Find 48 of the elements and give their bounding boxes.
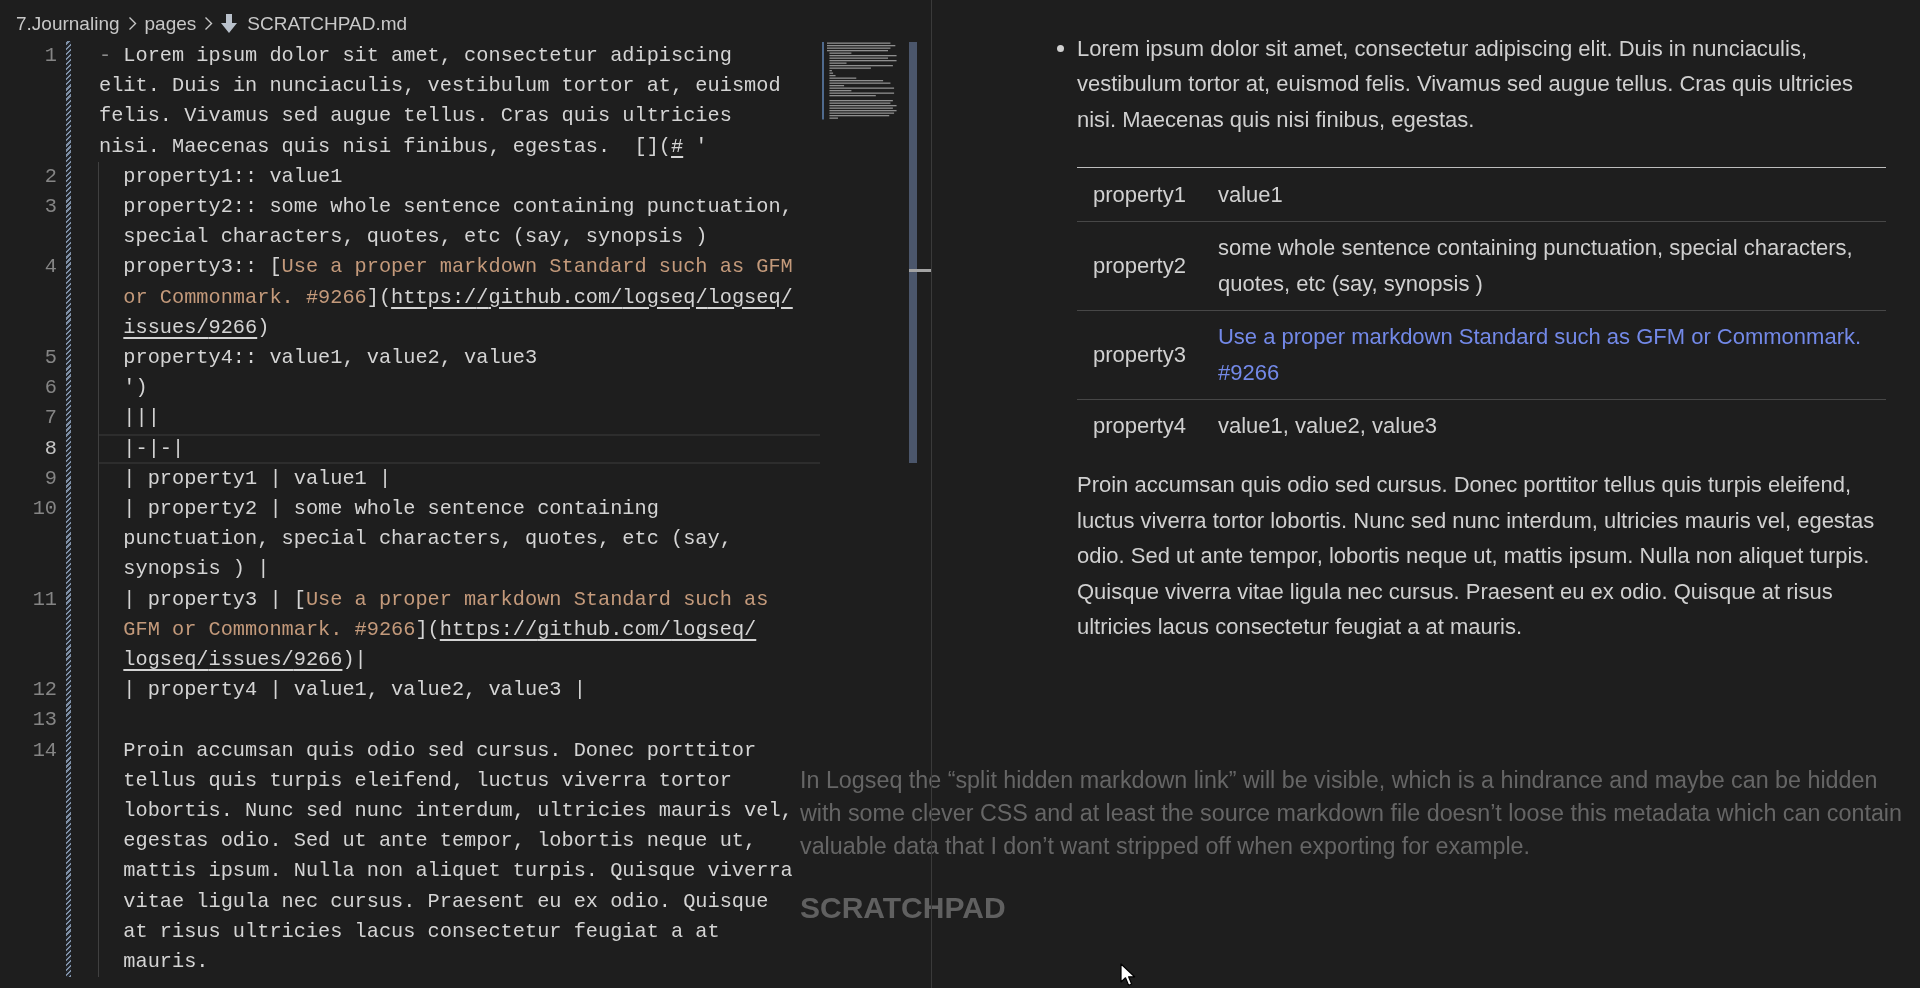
code-line: property1:: value1 — [123, 163, 343, 190]
table-cell: value1 — [1201, 167, 1886, 221]
breadcrumb-item[interactable]: 7.Journaling — [16, 12, 120, 35]
code-line: property4:: value1, value2, value3 — [123, 345, 538, 372]
list-item-text: Lorem ipsum dolor sit amet, consectetur adipiscing elit. Duis in nunciaculis, vestibulum tortor at, euismod felis. Vivamus sed augue tellus. Cras quis ultricies nisi. Maecenas quis nisi finibus, egestas. — [1077, 34, 1855, 134]
table-cell: some whole sentence containing punctuation, special characters, quotes, etc (say, synopsis ) — [1201, 221, 1886, 310]
table-cell: property1 — [1077, 167, 1202, 221]
faded-heading: SCRATCHPAD — [800, 890, 1006, 926]
line-number: 14 — [31, 737, 57, 764]
line-number: 13 — [31, 707, 57, 734]
table-cell: property2 — [1077, 221, 1202, 310]
line-number: 12 — [31, 677, 57, 704]
paragraph: Proin accumsan quis odio sed cursus. Donec porttitor tellus quis turpis eleifend, luctus viverra tortor lobortis. Nunc sed nunc interdum, ultricies mauris vel, egestas odio. Sed ut ante tempor, lobortis neque ut, mattis ipsum. Nulla non aliquet turpis. Quisque viverra vitae ligula nec cursus. Praesent eu ex odio. Quisque at risus ultricies lacus consectetur feugiat a at mauris. — [1077, 471, 1876, 641]
minimap-drawing[interactable] — [822, 42, 900, 122]
line-number: 8 — [43, 435, 57, 462]
chevron-right-icon — [127, 16, 137, 31]
line-number: 3 — [43, 194, 57, 220]
breadcrumb-item[interactable]: SCRATCHPAD.md — [221, 12, 408, 35]
breadcrumb-item[interactable]: pages — [144, 12, 197, 35]
scrollbar-thumb[interactable] — [909, 42, 917, 463]
line-number: 1 — [43, 43, 57, 69]
code-line: Proin accumsan quis odio sed cursus. Donec porttitor tellus quis turpis eleifend, luctus viverra tortor lobortis. Nunc sed nunc interdum, ultricies mauris vel, egestas odio. Sed ut ante tempor, lobortis neque ut, mattis ipsum. Nulla non aliquet turpis. Quisque viverra vitae ligula nec cursus. Praesent eu ex odio. Quisque at risus ultricies lacus consectetur feugiat a at mauris. — [123, 737, 794, 976]
code-line: property2:: some whole sentence containing punctuation, special characters, quotes, etc (say, synopsis ) — [123, 194, 794, 251]
bullet-icon — [1057, 44, 1064, 52]
line-number: 6 — [43, 375, 57, 402]
table-cell: property4 — [1077, 399, 1202, 452]
code-line: | property2 | some whole sentence containing punctuation, special characters, quotes, etc (say, synopsis ) | — [123, 496, 733, 583]
code-line: | property1 | value1 | — [123, 465, 392, 492]
code-line: ') — [123, 375, 148, 402]
link[interactable]: Use a proper markdown Standard such as GFM or Commonmark. #9266 — [1217, 319, 1870, 390]
table-cell: value1, value2, value3 — [1201, 399, 1886, 452]
cursor-position-mark — [909, 269, 931, 272]
line-number: 4 — [43, 254, 57, 281]
code-line: | property3 | [Use a proper markdown Standard such as GFM or Commonmark. #9266](https://github.com/logseq/logseq/issues/9266)| — [123, 586, 770, 674]
code-line: |-|-| — [123, 435, 185, 462]
code-line: ||| — [123, 405, 160, 432]
line-number: 7 — [43, 405, 57, 432]
line-number: 11 — [31, 586, 57, 613]
code-line: property3:: [Use a proper markdown Standard such as GFM or Commonmark. #9266](https://github.com/logseq/logseq/issues/9266) — [123, 254, 794, 341]
code-line: | property4 | value1, value2, value3 | — [123, 677, 586, 704]
line-number: 2 — [43, 163, 57, 190]
down-arrow-icon — [221, 14, 238, 33]
chevron-right-icon — [204, 16, 214, 31]
mouse-pointer-icon — [1120, 963, 1136, 987]
line-number: 5 — [43, 345, 57, 372]
table-cell: property3 — [1077, 310, 1202, 399]
line-number: 9 — [43, 465, 57, 492]
line-number: 10 — [31, 496, 57, 523]
